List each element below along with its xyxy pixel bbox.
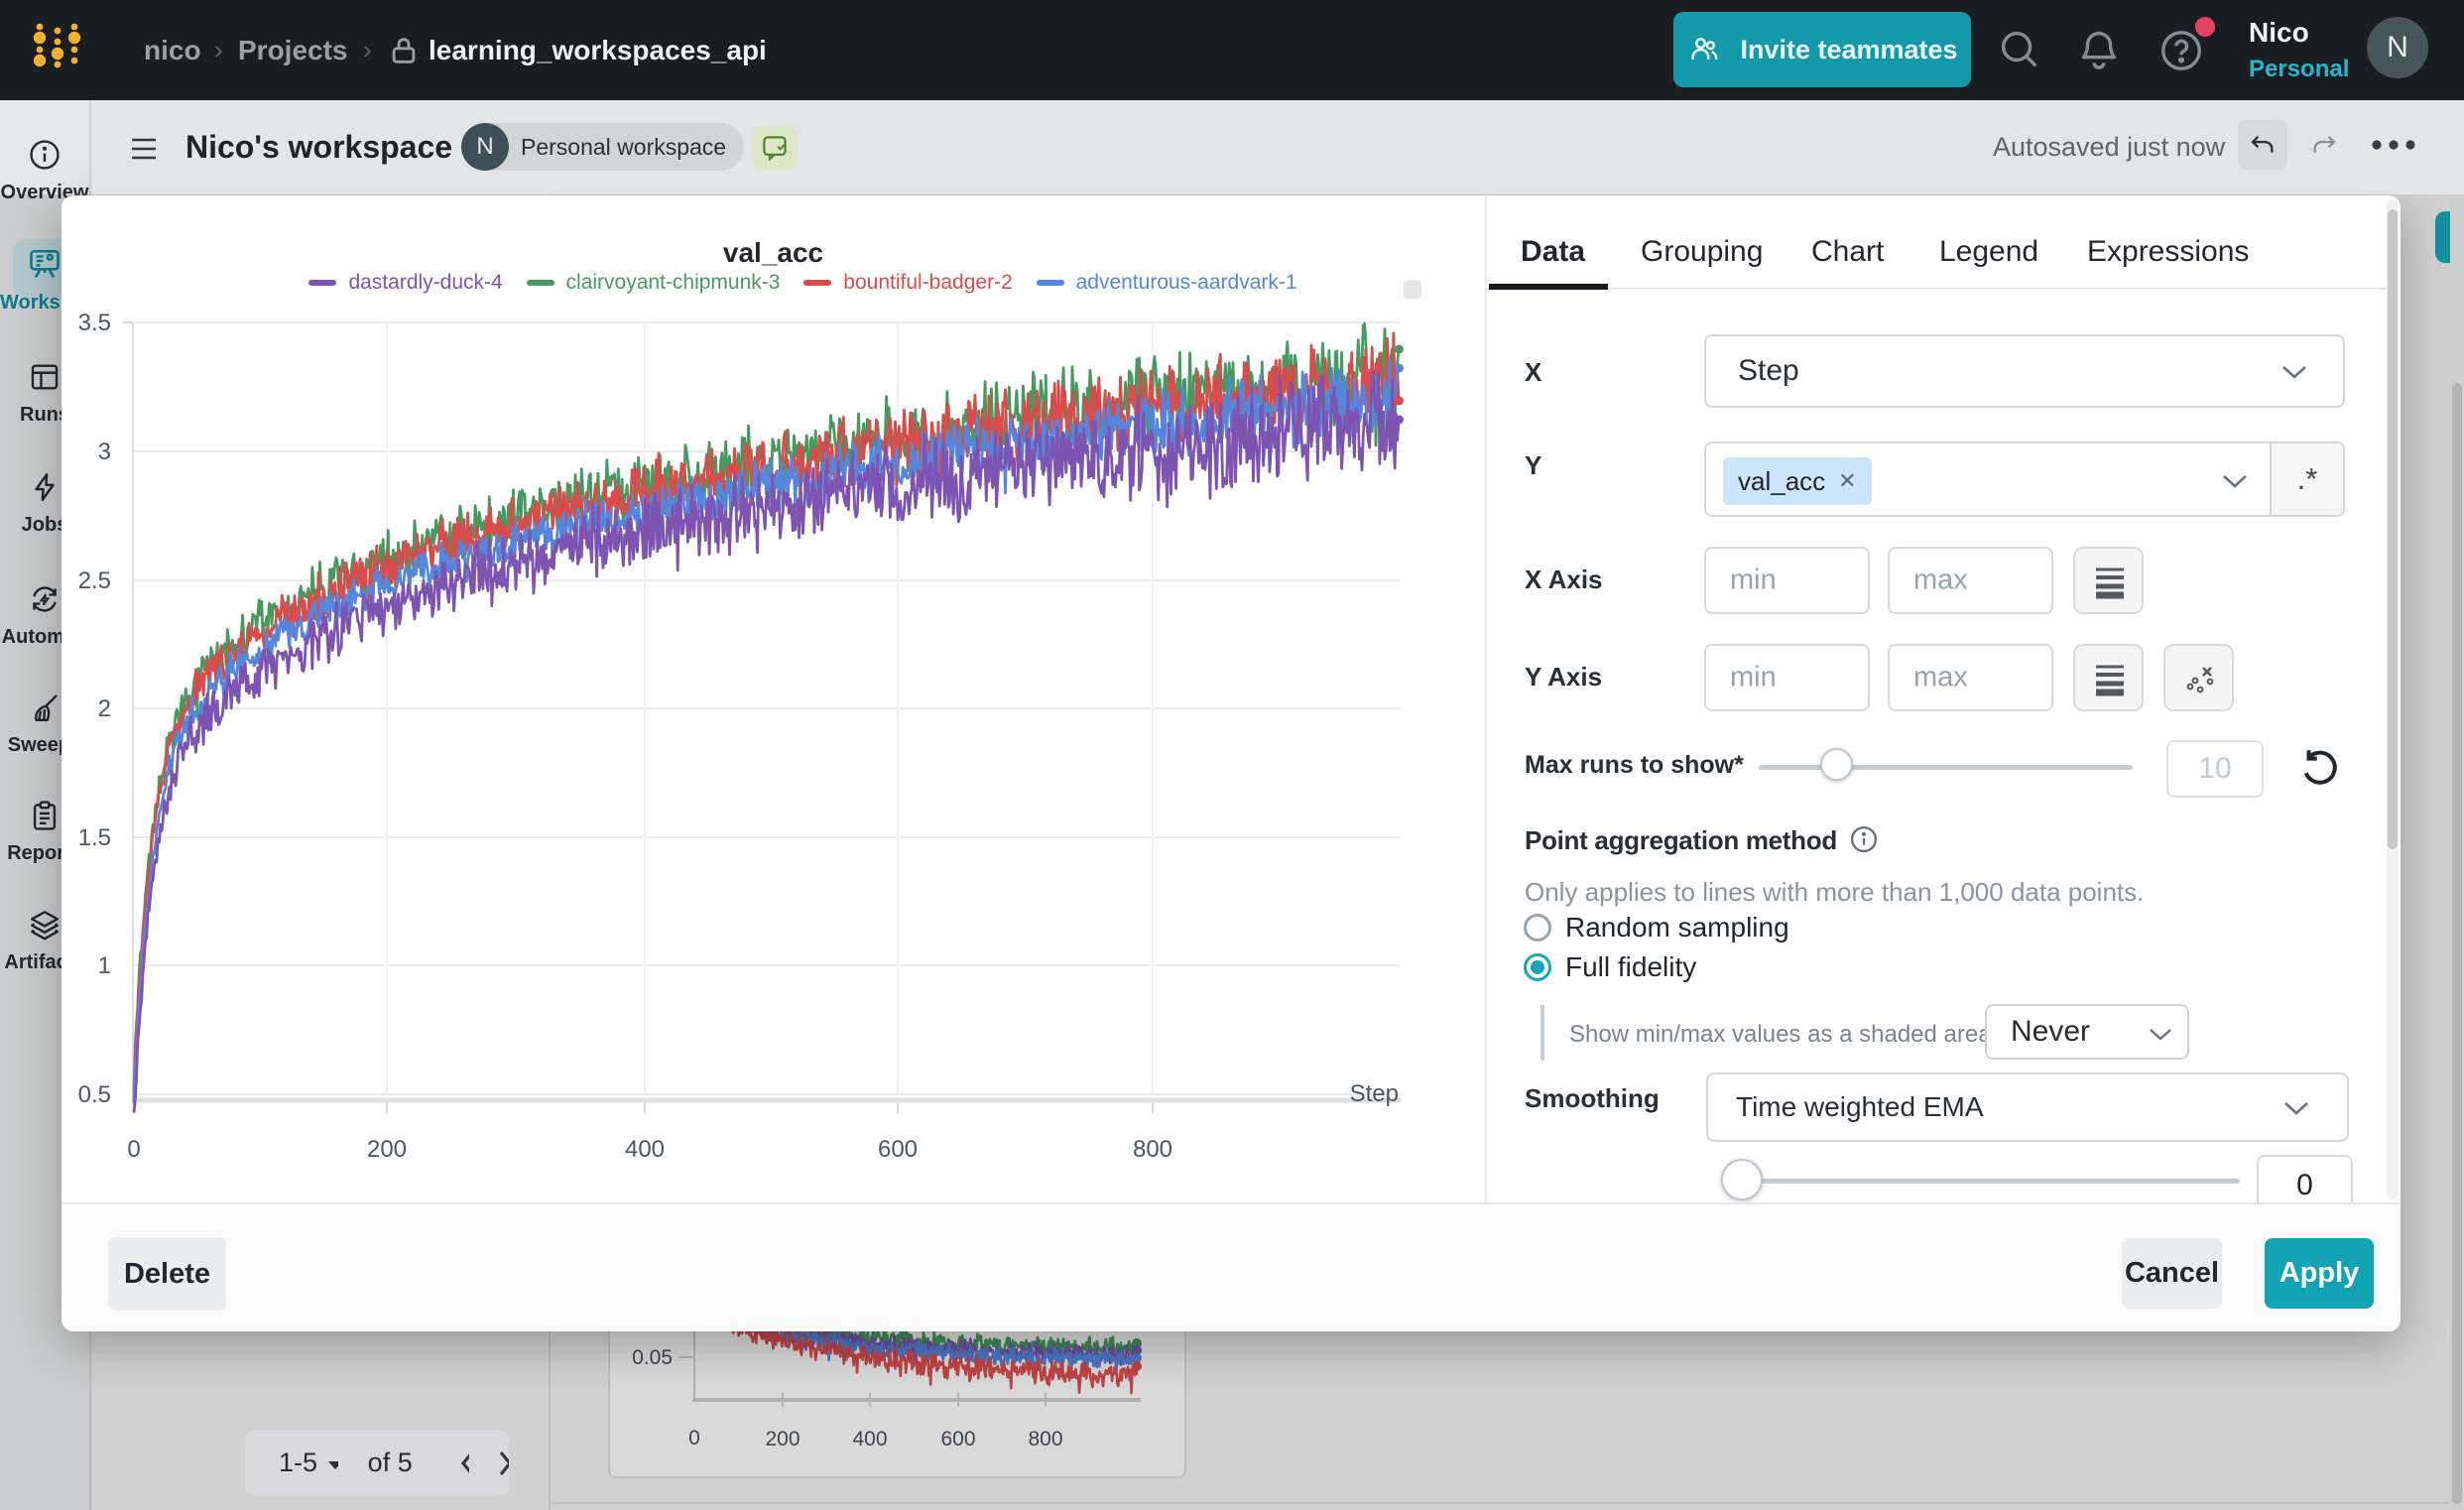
svg-text:3.5: 3.5 bbox=[78, 310, 111, 336]
svg-text:600: 600 bbox=[878, 1136, 918, 1163]
svg-text:2.5: 2.5 bbox=[78, 567, 111, 594]
svg-text:1: 1 bbox=[98, 952, 111, 979]
svg-text:0.5: 0.5 bbox=[78, 1081, 111, 1108]
svg-text:Step: Step bbox=[1350, 1080, 1399, 1107]
svg-text:2: 2 bbox=[98, 695, 111, 722]
svg-text:1.5: 1.5 bbox=[78, 824, 111, 851]
svg-text:400: 400 bbox=[625, 1136, 665, 1163]
svg-text:3: 3 bbox=[98, 439, 111, 465]
svg-text:200: 200 bbox=[367, 1136, 407, 1163]
svg-text:800: 800 bbox=[1133, 1136, 1172, 1163]
svg-text:0: 0 bbox=[127, 1136, 140, 1163]
